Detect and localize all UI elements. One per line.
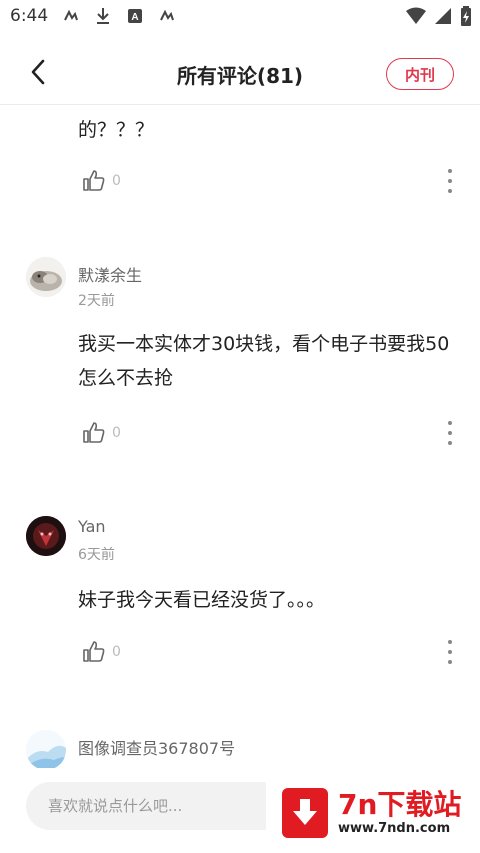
signal-icon [434,7,452,29]
like-button[interactable]: 0 [82,640,121,664]
download-logo-icon [282,787,328,838]
watermark-title: 7n下载站 [338,788,462,821]
comment-item: 的？？？ 0 [0,105,480,215]
like-count: 0 [112,425,121,441]
notification-icons: A [62,7,176,25]
like-button[interactable]: 0 [82,421,121,445]
dot [448,431,452,435]
like-button[interactable]: 0 [82,169,121,193]
comment-username[interactable]: 默漾余生 [78,262,142,286]
comment-item: Yan 6天前 妹子我今天看已经没货了。。。 0 [0,509,480,699]
dot [448,650,452,654]
comment-time: 6天前 [78,547,115,563]
status-bar: 6:44 A [0,0,480,32]
download-icon [94,7,112,25]
avatar[interactable] [26,516,66,556]
avatar[interactable] [26,257,66,297]
thumbs-up-icon [83,641,105,662]
svg-text:A: A [132,12,139,23]
like-count: 0 [112,644,121,660]
wifi-icon [406,7,426,29]
thumbs-up-icon [83,422,105,443]
watermark-overlay: 7n下载站 www.7ndn.com [266,772,480,853]
swipe-notification-icon [62,7,80,25]
comment-username[interactable]: Yan [78,517,106,536]
comment-username[interactable]: 图像调查员367807号 [78,735,235,759]
status-time: 6:44 [10,6,49,26]
watermark-text: 7n下载站 www.7ndn.com [338,788,462,837]
dot [448,640,452,644]
journal-button[interactable]: 内刊 [386,58,454,90]
comment-content: 我买一本实体才30块钱，看个电子书要我50怎么不去抢 [78,333,450,389]
dot [448,660,452,664]
dot [448,421,452,425]
comment-content: 的？？？ [78,119,155,141]
dot [448,169,452,173]
more-options-button[interactable] [446,640,454,664]
comment-content: 妹子我今天看已经没货了。。。 [78,589,326,611]
comment-time: 2天前 [78,293,115,309]
dot [448,441,452,445]
avatar[interactable] [26,730,66,770]
comment-input[interactable] [26,782,286,830]
more-options-button[interactable] [446,421,454,445]
app-a-icon: A [126,7,144,25]
thumbs-up-icon [83,170,105,191]
system-icons [406,6,472,30]
watermark-url: www.7ndn.com [338,821,451,836]
battery-icon [460,6,472,30]
comment-item: 默漾余生 2天前 我买一本实体才30块钱，看个电子书要我50怎么不去抢 0 [0,255,480,485]
dot [448,189,452,193]
swipe-notification-icon-2 [158,7,176,25]
dot [448,179,452,183]
header: 所有评论(81) 内刊 [0,44,480,104]
more-options-button[interactable] [446,169,454,193]
comment-item: 图像调查员367807号 [0,728,480,770]
like-count: 0 [112,173,121,189]
